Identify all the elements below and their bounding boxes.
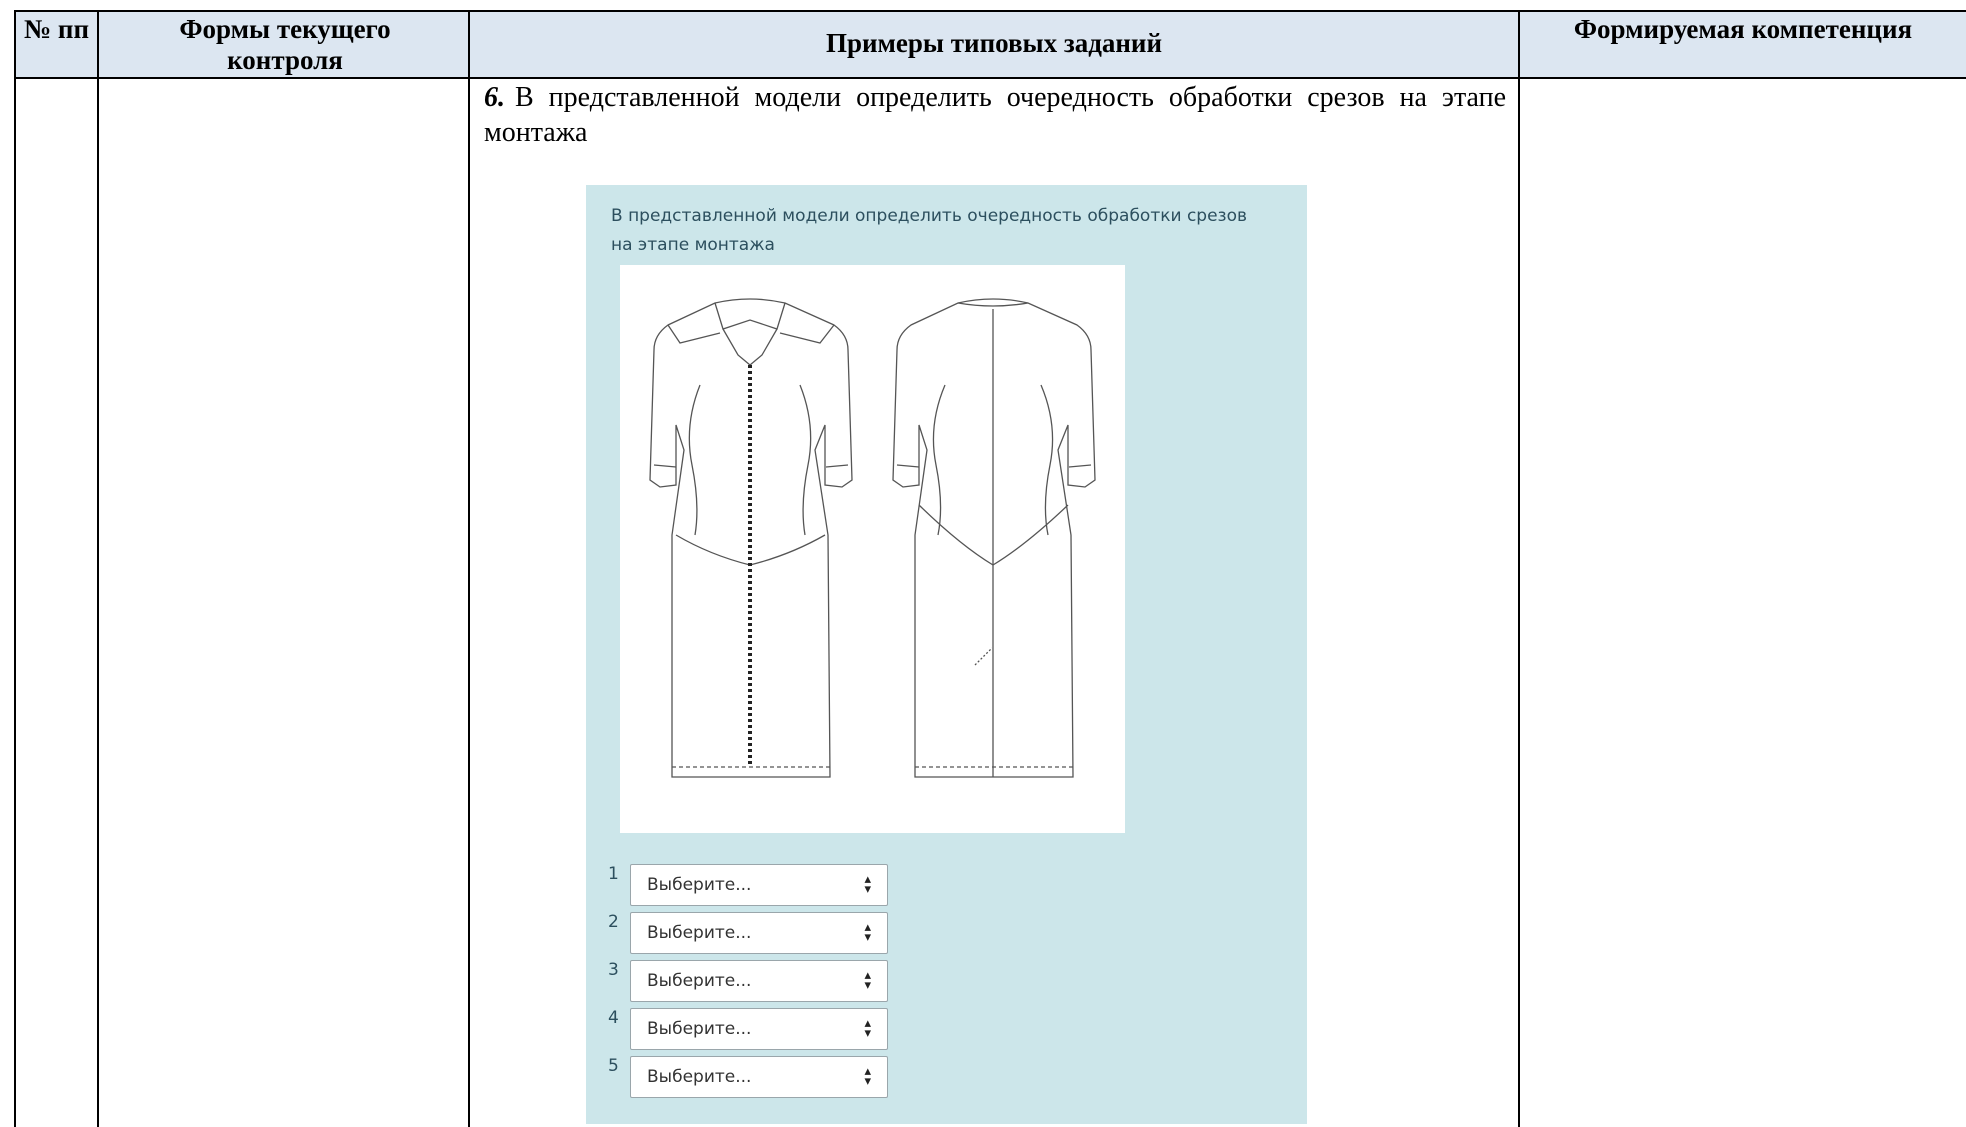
quiz-question: В представленной модели определить очере…: [611, 206, 1248, 255]
answer-select-3[interactable]: Выберите... ▴ ▾: [630, 960, 888, 1002]
answer-select-4[interactable]: Выберите... ▴ ▾: [630, 1008, 888, 1050]
answer-select-2[interactable]: Выберите... ▴ ▾: [630, 912, 888, 954]
answer-index: 4: [608, 1008, 619, 1028]
header-forms: Формы текущего контроля: [179, 14, 391, 75]
table-top-border: [14, 10, 1966, 12]
table-left-border: [14, 10, 16, 1127]
quiz-panel: В представленной модели определить очере…: [586, 185, 1307, 1124]
answer-index: 3: [608, 960, 619, 980]
task-number: 6.: [484, 82, 505, 113]
select-value: Выберите...: [647, 875, 752, 895]
sort-arrows-icon: ▴ ▾: [864, 1016, 871, 1041]
select-value: Выберите...: [647, 1067, 752, 1087]
header-num: № пп: [24, 14, 89, 44]
column-divider-1: [97, 10, 99, 1127]
sort-arrows-icon: ▴ ▾: [864, 920, 871, 945]
header-examples: Примеры типовых заданий: [825, 28, 1163, 58]
sort-arrows-icon: ▴ ▾: [864, 1064, 871, 1089]
answer-index: 2: [608, 912, 619, 932]
dress-drawing-svg: [649, 298, 1096, 778]
column-divider-2: [468, 10, 470, 1127]
task-item: 6. В представленной модели определить оче…: [484, 80, 1506, 150]
answer-index: 5: [608, 1056, 619, 1076]
answer-select-5[interactable]: Выберите... ▴ ▾: [630, 1056, 888, 1098]
sort-arrows-icon: ▴ ▾: [864, 968, 871, 993]
task-text: В представленной модели определить очере…: [484, 82, 1506, 148]
header-competence: Формируемая компетенция: [1573, 14, 1913, 44]
column-divider-3: [1518, 10, 1520, 1127]
select-value: Выберите...: [647, 923, 752, 943]
sort-arrows-icon: ▴ ▾: [864, 872, 871, 897]
answer-index: 1: [608, 864, 619, 884]
select-value: Выберите...: [647, 971, 752, 991]
answer-select-1[interactable]: Выберите... ▴ ▾: [630, 864, 888, 906]
table-header-border: [14, 77, 1966, 79]
select-value: Выберите...: [647, 1019, 752, 1039]
dress-drawing-image: [620, 265, 1125, 833]
